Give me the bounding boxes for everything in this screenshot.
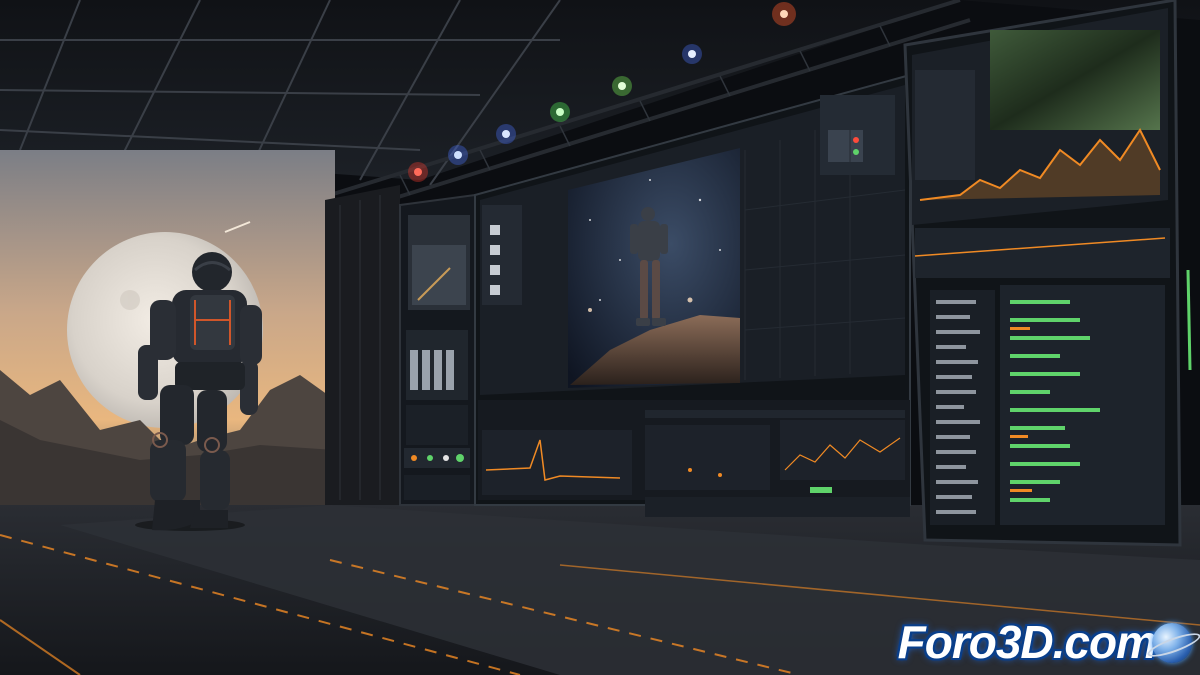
right-monitor	[903, 0, 1192, 547]
watermark-text: Foro3D.com	[897, 616, 1157, 668]
left-monitor-stack	[399, 193, 476, 506]
scene-illustration	[0, 0, 1200, 675]
studio-scene: Foro3D.com	[0, 0, 1200, 675]
globe-logo-icon	[1145, 623, 1200, 663]
side-wall	[325, 185, 400, 505]
center-monitor	[474, 73, 911, 517]
